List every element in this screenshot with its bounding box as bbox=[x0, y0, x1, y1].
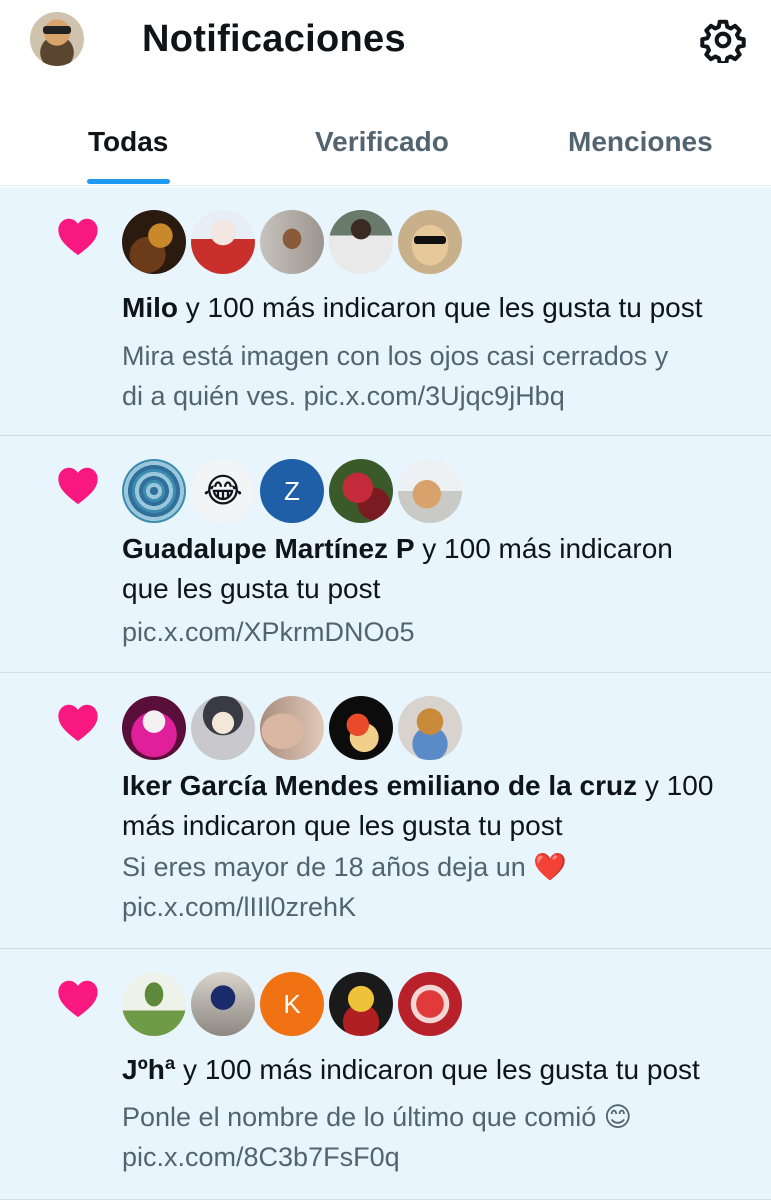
actor-name[interactable]: Milo bbox=[122, 292, 178, 323]
notification-text: Iker García Mendes emiliano de la cruz y… bbox=[122, 770, 714, 801]
notification-text-continued: que les gusta tu post bbox=[122, 573, 381, 604]
avatar[interactable] bbox=[191, 972, 255, 1036]
notification-text: Milo y 100 más indicaron que les gusta t… bbox=[122, 292, 703, 323]
notification-tabs: Todas Verificado Menciones bbox=[0, 108, 771, 186]
avatar[interactable]: K bbox=[260, 972, 324, 1036]
avatar[interactable] bbox=[122, 972, 186, 1036]
tab-todas[interactable]: Todas bbox=[88, 126, 168, 158]
notification-text: Jºhª y 100 más indicaron que les gusta t… bbox=[122, 1054, 700, 1085]
notification-item[interactable]: K Jºhª y 100 más indicaron que les gusta… bbox=[0, 949, 771, 1200]
post-preview-line: Si eres mayor de 18 años deja un ❤️ bbox=[122, 852, 567, 882]
actor-name[interactable]: Guadalupe Martínez P bbox=[122, 533, 415, 564]
post-preview-line: pic.x.com/lIIl0zrehK bbox=[122, 892, 357, 922]
avatar[interactable] bbox=[191, 210, 255, 274]
avatar[interactable] bbox=[122, 696, 186, 760]
heart-icon bbox=[58, 467, 98, 505]
actor-name[interactable]: Iker García Mendes emiliano de la cruz bbox=[122, 770, 637, 801]
settings-gear-icon[interactable] bbox=[700, 17, 746, 63]
avatar[interactable] bbox=[398, 459, 462, 523]
avatar[interactable]: Z bbox=[260, 459, 324, 523]
avatar[interactable] bbox=[122, 459, 186, 523]
avatar[interactable] bbox=[398, 696, 462, 760]
notification-text-continued: más indicaron que les gusta tu post bbox=[122, 810, 563, 841]
notification-list: Milo y 100 más indicaron que les gusta t… bbox=[0, 187, 771, 1200]
post-preview-line: di a quién ves. pic.x.com/3Ujqc9jHbq bbox=[122, 381, 565, 411]
heart-icon bbox=[58, 218, 98, 256]
avatar[interactable] bbox=[260, 696, 324, 760]
page-title: Notificaciones bbox=[142, 18, 406, 60]
liker-avatars: 😂 Z bbox=[122, 459, 467, 523]
avatar[interactable] bbox=[329, 696, 393, 760]
post-preview-line: Ponle el nombre de lo último que comió 😊 bbox=[122, 1102, 632, 1132]
avatar[interactable] bbox=[329, 210, 393, 274]
post-preview-line: Mira está imagen con los ojos casi cerra… bbox=[122, 341, 669, 371]
tab-menciones[interactable]: Menciones bbox=[568, 126, 713, 158]
top-bar: Notificaciones bbox=[0, 0, 771, 84]
heart-icon bbox=[58, 980, 98, 1018]
avatar[interactable] bbox=[329, 972, 393, 1036]
avatar[interactable]: 😂 bbox=[191, 459, 255, 523]
notification-item[interactable]: 😂 Z Guadalupe Martínez P y 100 más indic… bbox=[0, 436, 771, 673]
liker-avatars bbox=[122, 696, 467, 760]
active-tab-indicator bbox=[87, 179, 170, 184]
liker-avatars: K bbox=[122, 972, 467, 1036]
actor-name[interactable]: Jºhª bbox=[122, 1054, 175, 1085]
avatar[interactable] bbox=[191, 696, 255, 760]
post-preview-line: pic.x.com/8C3b7FsF0q bbox=[122, 1142, 400, 1172]
avatar[interactable] bbox=[398, 210, 462, 274]
avatar[interactable] bbox=[122, 210, 186, 274]
avatar[interactable] bbox=[260, 210, 324, 274]
notification-text: Guadalupe Martínez P y 100 más indicaron bbox=[122, 533, 673, 564]
heart-icon bbox=[58, 704, 98, 742]
avatar[interactable] bbox=[398, 972, 462, 1036]
liker-avatars bbox=[122, 210, 467, 274]
notification-item[interactable]: Iker García Mendes emiliano de la cruz y… bbox=[0, 673, 771, 949]
avatar[interactable] bbox=[329, 459, 393, 523]
notification-item[interactable]: Milo y 100 más indicaron que les gusta t… bbox=[0, 187, 771, 436]
profile-avatar[interactable] bbox=[30, 12, 84, 66]
tab-verificado[interactable]: Verificado bbox=[315, 126, 449, 158]
post-preview-line: pic.x.com/XPkrmDNOo5 bbox=[122, 617, 415, 647]
